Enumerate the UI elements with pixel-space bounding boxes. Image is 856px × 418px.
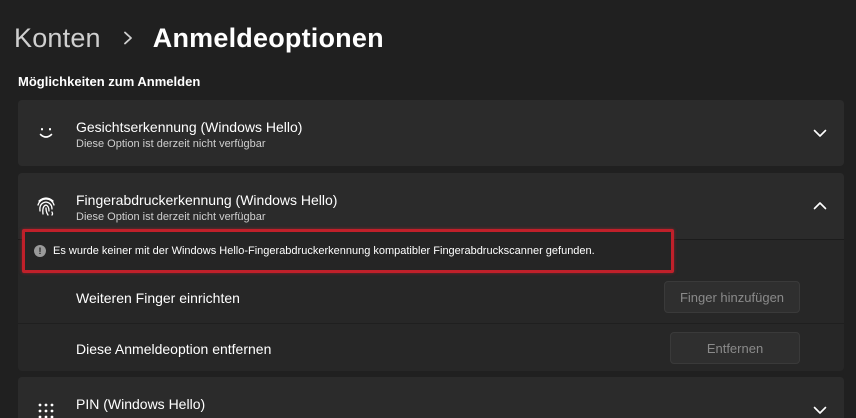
warning-text: Es wurde keiner mit der Windows Hello-Fi… xyxy=(53,245,595,257)
option-title: Fingerabdruckerkennung (Windows Hello) xyxy=(76,192,338,208)
fingerprint-icon xyxy=(32,192,60,220)
settings-page: Konten Anmeldeoptionen Möglichkeiten zum… xyxy=(0,0,856,418)
row-add-finger: Weiteren Finger einrichten Finger hinzuf… xyxy=(18,273,844,323)
remove-button[interactable]: Entfernen xyxy=(670,332,800,364)
add-finger-button[interactable]: Finger hinzufügen xyxy=(664,281,800,313)
chevron-down-icon[interactable] xyxy=(810,123,830,143)
chevron-down-icon[interactable] xyxy=(810,400,830,418)
option-pin[interactable]: PIN (Windows Hello) xyxy=(18,377,844,418)
face-icon xyxy=(32,119,60,147)
warning-banner: ! Es wurde keiner mit der Windows Hello-… xyxy=(22,229,674,273)
page-title: Anmeldeoptionen xyxy=(152,22,384,53)
option-title: Gesichtserkennung (Windows Hello) xyxy=(76,119,303,135)
row-remove-option: Diese Anmeldeoption entfernen Entfernen xyxy=(18,323,844,373)
option-subtitle: Diese Option ist derzeit nicht verfügbar xyxy=(76,211,266,223)
breadcrumb: Konten Anmeldeoptionen xyxy=(14,18,384,58)
info-icon: ! xyxy=(34,245,46,257)
row-label: Diese Anmeldeoption entfernen xyxy=(76,341,272,357)
chevron-right-icon xyxy=(117,27,139,49)
section-label: Möglichkeiten zum Anmelden xyxy=(18,74,201,89)
row-label: Weiteren Finger einrichten xyxy=(76,290,240,306)
chevron-up-icon[interactable] xyxy=(810,196,830,216)
option-title: PIN (Windows Hello) xyxy=(76,396,206,412)
option-subtitle: Diese Option ist derzeit nicht verfügbar xyxy=(76,138,266,150)
keypad-icon xyxy=(32,397,60,418)
breadcrumb-parent-link[interactable]: Konten xyxy=(14,23,101,54)
option-face-recognition[interactable]: Gesichtserkennung (Windows Hello) Diese … xyxy=(18,100,844,166)
